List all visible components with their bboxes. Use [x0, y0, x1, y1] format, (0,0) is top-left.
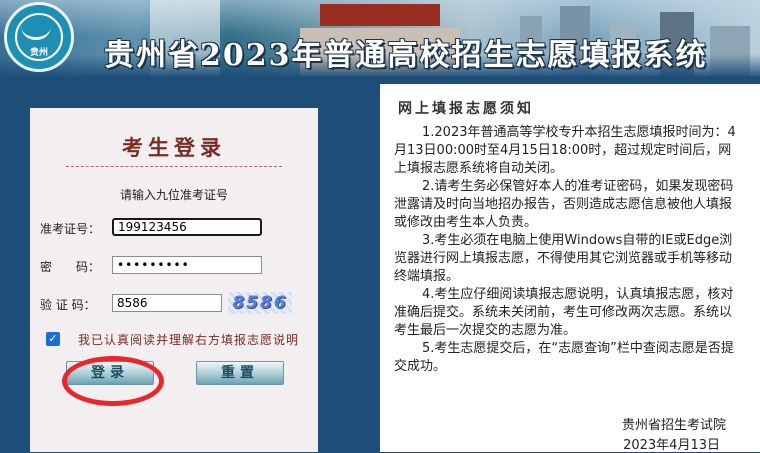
captcha-image[interactable]: 8586 [228, 292, 292, 314]
agree-label[interactable]: 我已认真阅读并理解右方填报志愿说明 [78, 331, 299, 348]
agree-checkbox[interactable]: ✓ [46, 332, 60, 346]
notice-body: 1.2023年普通高等学校专升本招生志愿填报时间为：4月13日00:00时至4月… [394, 124, 742, 376]
site-logo: 贵州 [4, 2, 74, 72]
captcha-input[interactable] [112, 294, 222, 312]
notice-org: 贵州省招生考试院 [621, 418, 726, 433]
site-title: 贵州省2023年普通高校招生志愿填报系统 [104, 38, 708, 73]
banner-building-roof [320, 4, 440, 26]
notice-item: 4.考生应仔细阅读填报志愿说明，认真填报志愿，核对准确后提交。系统未关闭前，考生… [394, 287, 734, 338]
login-title: 考生登录 [122, 136, 226, 160]
notice-item: 5.考生志愿提交后，在“志愿查询”栏中查阅志愿是否提交成功。 [394, 341, 734, 374]
notice-item: 3.考生必须在电脑上使用Windows自带的IE或Edge浏览器进行网上填报志愿… [394, 233, 733, 284]
notice-date: 2023年4月13日 [623, 438, 720, 453]
password-label: 密 码： [40, 260, 101, 274]
password-input[interactable] [112, 256, 262, 274]
notice-item: 2.请考生务必保管好本人的准考证密码，如果发现密码泄露请及时向当地招办报告，否则… [394, 179, 734, 230]
captcha-label: 验 证 码： [40, 298, 96, 312]
header-banner: 贵州 贵州省2023年普通高校招生志愿填报系统 [0, 0, 760, 76]
login-panel: 考生登录 请输入九位准考证号 准考证号： 密 码： 验 证 码： 8586 ✓ … [30, 108, 318, 452]
reset-button[interactable]: 重置 [196, 361, 284, 385]
notice-title: 网上填报志愿须知 [398, 101, 534, 117]
login-button[interactable]: 登录 [66, 361, 154, 385]
login-hint: 请输入九位准考证号 [119, 188, 228, 202]
exam-id-label: 准考证号： [40, 222, 101, 236]
exam-id-input[interactable] [112, 218, 262, 236]
notice-item: 1.2023年普通高等学校专升本招生志愿填报时间为：4月13日00:00时至4月… [394, 125, 736, 176]
logo-text: 贵州 [29, 48, 48, 58]
login-divider [66, 166, 282, 167]
notice-panel: 网上填报志愿须知 1.2023年普通高等学校专升本招生志愿填报时间为：4月13日… [380, 84, 760, 453]
